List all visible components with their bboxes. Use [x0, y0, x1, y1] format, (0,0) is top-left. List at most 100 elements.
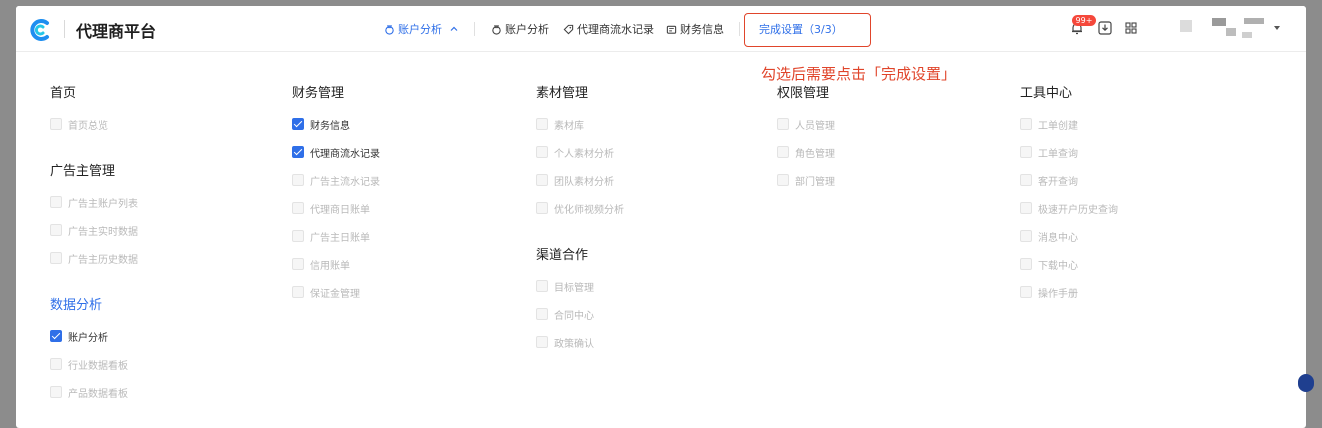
permission-item[interactable]: 信用账单: [292, 250, 380, 278]
checkbox-unchecked[interactable]: [50, 386, 62, 398]
permission-item[interactable]: 合同中心: [536, 300, 624, 328]
permission-label: 目标管理: [554, 282, 594, 294]
permission-item[interactable]: 产品数据看板: [50, 378, 138, 406]
permission-item[interactable]: 素材库: [536, 110, 624, 138]
apps-grid-icon[interactable]: [1124, 21, 1138, 35]
checkbox-unchecked[interactable]: [1020, 286, 1032, 298]
permission-label: 个人素材分析: [554, 148, 614, 160]
chevron-up-icon: [450, 26, 458, 31]
permission-column: 权限管理人员管理角色管理部门管理: [777, 84, 835, 194]
permission-column: 工具中心 工单创建 工单查询 客开查询 极速开户历史查询 消息中心 下载中心 操作手册: [1020, 84, 1118, 306]
group-title: 权限管理: [777, 86, 830, 101]
permission-label: 行业数据看板: [68, 360, 128, 372]
group-title: 财务管理: [292, 86, 345, 101]
permission-list: 工单创建工单查询客开查询极速开户历史查询 消息中心 下载中心 操作手册: [1020, 110, 1118, 306]
nav-account-analysis[interactable]: 账户分析: [491, 20, 549, 38]
checkbox-unchecked[interactable]: [292, 230, 304, 242]
permission-label: 合同中心: [554, 310, 594, 322]
checkbox-unchecked[interactable]: [1020, 118, 1032, 130]
checkbox-unchecked[interactable]: [292, 174, 304, 186]
checkbox-unchecked[interactable]: [292, 202, 304, 214]
permission-item[interactable]: 工单创建: [1020, 110, 1118, 138]
notification-badge: 99+: [1072, 15, 1096, 26]
checkbox-unchecked[interactable]: [536, 146, 548, 158]
permission-label: 工单查询: [1038, 148, 1078, 160]
brand-name: 代理商平台: [76, 22, 157, 41]
permission-item[interactable]: 保证金管理: [292, 278, 380, 306]
permission-item[interactable]: 广告主实时数据: [50, 216, 138, 244]
permission-item[interactable]: 广告主流水记录: [292, 166, 380, 194]
permission-item[interactable]: 优化师视频分析: [536, 194, 624, 222]
permission-item[interactable]: 行业数据看板: [50, 350, 138, 378]
checkbox-unchecked[interactable]: [777, 118, 789, 130]
checkbox-unchecked[interactable]: [50, 358, 62, 370]
permission-label: 素材库: [554, 120, 584, 132]
checkbox-unchecked[interactable]: [536, 308, 548, 320]
checkbox-unchecked[interactable]: [292, 258, 304, 270]
nav-label: 账户分析: [505, 23, 549, 36]
nav-finance-info[interactable]: 财务信息: [666, 20, 724, 38]
checkbox-unchecked[interactable]: [536, 118, 548, 130]
checkbox-unchecked[interactable]: [536, 336, 548, 348]
permission-item[interactable]: 财务信息: [292, 110, 380, 138]
permission-item[interactable]: 代理商流水记录: [292, 138, 380, 166]
user-menu-caret-icon[interactable]: [1274, 26, 1280, 30]
done-setup-label: 完成设置（3/3）: [759, 23, 843, 36]
tag-icon: [563, 24, 574, 34]
checkbox-unchecked[interactable]: [536, 202, 548, 214]
permission-item[interactable]: 操作手册: [1020, 278, 1118, 306]
nav-account-analysis-dropdown[interactable]: 账户分析: [384, 20, 459, 38]
checkbox-unchecked[interactable]: [50, 224, 62, 236]
checkbox-unchecked[interactable]: [50, 118, 62, 130]
done-setup-button[interactable]: 完成设置（3/3）: [756, 20, 843, 38]
permission-item[interactable]: 角色管理: [777, 138, 835, 166]
checkbox-unchecked[interactable]: [777, 146, 789, 158]
permission-item[interactable]: 极速开户历史查询: [1020, 194, 1118, 222]
checkbox-unchecked[interactable]: [1020, 202, 1032, 214]
checkbox-unchecked[interactable]: [50, 196, 62, 208]
permission-label: 客开查询: [1038, 176, 1078, 188]
permission-list: 账户分析行业数据看板产品数据看板: [50, 322, 138, 406]
coin-bag-icon: [385, 24, 394, 35]
permission-item[interactable]: 下载中心: [1020, 250, 1118, 278]
permission-label: 政策确认: [554, 338, 594, 350]
permission-item[interactable]: 人员管理: [777, 110, 835, 138]
permission-item[interactable]: 广告主日账单: [292, 222, 380, 250]
permission-item[interactable]: 政策确认: [536, 328, 624, 356]
checkbox-unchecked[interactable]: [1020, 174, 1032, 186]
checkbox-checked[interactable]: [292, 146, 304, 158]
permission-label: 角色管理: [795, 148, 835, 160]
permission-item[interactable]: 广告主账户列表: [50, 188, 138, 216]
checkbox-checked[interactable]: [50, 330, 62, 342]
checkbox-unchecked[interactable]: [777, 174, 789, 186]
permission-item[interactable]: 团队素材分析: [536, 166, 624, 194]
group-gap: [50, 138, 138, 162]
permission-label: 广告主历史数据: [68, 254, 138, 266]
permission-item[interactable]: 账户分析: [50, 322, 138, 350]
checkbox-unchecked[interactable]: [292, 286, 304, 298]
checkbox-unchecked[interactable]: [1020, 146, 1032, 158]
download-icon[interactable]: [1098, 21, 1112, 35]
checkbox-unchecked[interactable]: [536, 280, 548, 292]
checkbox-unchecked[interactable]: [536, 174, 548, 186]
permission-item[interactable]: 客开查询: [1020, 166, 1118, 194]
checkbox-checked[interactable]: [292, 118, 304, 130]
permission-item[interactable]: 目标管理: [536, 272, 624, 300]
permission-item[interactable]: 消息中心: [1020, 222, 1118, 250]
permission-item[interactable]: 个人素材分析: [536, 138, 624, 166]
permission-item[interactable]: 广告主历史数据: [50, 244, 138, 272]
checkbox-unchecked[interactable]: [50, 252, 62, 264]
permission-item[interactable]: 首页总览: [50, 110, 138, 138]
permission-list: 广告主账户列表 广告主实时数据广告主历史数据: [50, 188, 138, 272]
permission-item[interactable]: 工单查询: [1020, 138, 1118, 166]
permission-item[interactable]: 部门管理: [777, 166, 835, 194]
app-window: 代理商平台 账户分析 账户分析 代理商流水记录 财务信息 完成设置（3/3） 9…: [16, 6, 1306, 428]
checkbox-unchecked[interactable]: [1020, 230, 1032, 242]
nav-agent-flow-records[interactable]: 代理商流水记录: [563, 20, 654, 38]
group-title: 数据分析: [50, 298, 103, 313]
checkbox-unchecked[interactable]: [1020, 258, 1032, 270]
floating-help-icon[interactable]: [1298, 374, 1314, 392]
permission-list: 首页总览: [50, 110, 138, 138]
permission-label: 广告主流水记录: [310, 176, 380, 188]
permission-item[interactable]: 代理商日账单: [292, 194, 380, 222]
